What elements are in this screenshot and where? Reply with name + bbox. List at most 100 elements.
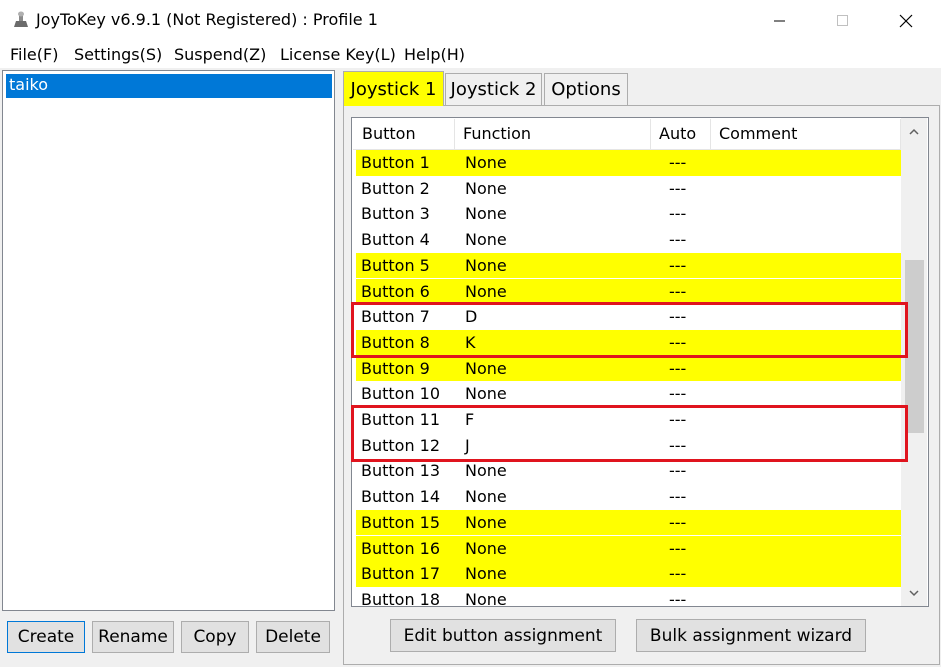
profile-item-taiko[interactable]: taiko	[6, 74, 332, 98]
cell-button: Button 10	[361, 384, 441, 404]
table-row[interactable]: Button 9 None ---	[356, 355, 902, 382]
scroll-up-button[interactable]	[901, 118, 927, 144]
profile-item-label: taiko	[9, 75, 49, 94]
header-button[interactable]: Button	[354, 119, 455, 149]
close-button[interactable]	[883, 0, 929, 42]
cell-auto: ---	[669, 410, 687, 429]
cell-button: Button 6	[361, 281, 430, 301]
cell-auto: ---	[669, 358, 687, 378]
cell-function: None	[465, 204, 507, 224]
minimize-icon	[774, 20, 785, 22]
menu-bar: File(F) Settings(S) Suspend(Z) License K…	[0, 42, 941, 68]
cell-button: Button 7	[361, 307, 430, 327]
window-title: JoyToKey v6.9.1 (Not Registered) : Profi…	[36, 10, 378, 29]
cell-function: None	[465, 153, 507, 172]
table-row[interactable]: Button 11 F ---	[356, 407, 902, 433]
cell-auto: ---	[669, 487, 687, 507]
header-function[interactable]: Function	[455, 119, 651, 149]
menu-help[interactable]: Help(H)	[404, 45, 465, 64]
button-assignment-table[interactable]: Button Function Auto Comment Button 1 Non…	[351, 117, 929, 607]
cell-button: Button 3	[361, 204, 430, 224]
table-row[interactable]: Button 5 None ---	[356, 252, 902, 279]
cell-auto: ---	[669, 435, 687, 455]
cell-button: Button 14	[361, 487, 441, 507]
scroll-down-button[interactable]	[901, 580, 927, 606]
maximize-button[interactable]	[820, 0, 866, 42]
table-row[interactable]: Button 15 None ---	[356, 509, 902, 536]
cell-auto: ---	[669, 230, 687, 250]
table-row[interactable]: Button 16 None ---	[356, 535, 902, 562]
table-row[interactable]: Button 10 None ---	[356, 381, 902, 407]
copy-button[interactable]: Copy	[181, 621, 249, 653]
menu-settings[interactable]: Settings(S)	[74, 45, 162, 64]
delete-button[interactable]: Delete	[256, 621, 330, 653]
cell-button: Button 15	[361, 512, 441, 532]
cell-function: None	[465, 564, 507, 584]
table-row[interactable]: Button 7 D ---	[356, 304, 902, 330]
chevron-down-icon	[909, 589, 919, 596]
profile-list[interactable]: taiko	[2, 70, 335, 611]
edit-button-assignment-button[interactable]: Edit button assignment	[390, 619, 616, 652]
cell-function: None	[465, 538, 507, 558]
cell-button: Button 13	[361, 461, 441, 481]
menu-suspend[interactable]: Suspend(Z)	[174, 45, 266, 64]
cell-auto: ---	[669, 512, 687, 532]
cell-auto: ---	[669, 332, 687, 352]
cell-function: None	[465, 281, 507, 301]
menu-file[interactable]: File(F)	[10, 45, 58, 64]
table-row[interactable]: Button 18 None ---	[356, 587, 902, 607]
cell-auto: ---	[669, 461, 687, 481]
cell-auto: ---	[669, 538, 687, 558]
header-auto[interactable]: Auto	[651, 119, 711, 149]
cell-function: None	[465, 512, 507, 532]
cell-function: None	[465, 255, 507, 275]
header-comment[interactable]: Comment	[711, 119, 901, 149]
cell-button: Button 11	[361, 410, 441, 429]
cell-auto: ---	[669, 178, 687, 198]
cell-function: D	[465, 307, 478, 327]
cell-button: Button 17	[361, 564, 441, 584]
cell-auto: ---	[669, 307, 687, 327]
title-bar: JoyToKey v6.9.1 (Not Registered) : Profi…	[0, 0, 941, 42]
cell-button: Button 18	[361, 589, 441, 607]
cell-auto: ---	[669, 384, 687, 404]
table-row[interactable]: Button 1 None ---	[356, 150, 902, 176]
cell-function: None	[465, 230, 507, 250]
cell-button: Button 12	[361, 435, 441, 455]
table-row[interactable]: Button 13 None ---	[356, 458, 902, 484]
rename-button[interactable]: Rename	[92, 621, 174, 653]
cell-auto: ---	[669, 281, 687, 301]
table-row[interactable]: Button 2 None ---	[356, 176, 902, 202]
cell-auto: ---	[669, 204, 687, 224]
table-row[interactable]: Button 6 None ---	[356, 278, 902, 305]
cell-button: Button 9	[361, 358, 430, 378]
cell-function: None	[465, 384, 507, 404]
cell-button: Button 8	[361, 332, 430, 352]
tab-options[interactable]: Options	[544, 73, 628, 105]
table-row[interactable]: Button 14 None ---	[356, 484, 902, 510]
tab-joystick-2[interactable]: Joystick 2	[445, 73, 542, 105]
joystick-app-icon	[14, 11, 28, 27]
cell-function: None	[465, 461, 507, 481]
table-row[interactable]: Button 4 None ---	[356, 227, 902, 253]
table-row[interactable]: Button 3 None ---	[356, 201, 902, 227]
cell-button: Button 5	[361, 255, 430, 275]
tab-joystick-1[interactable]: Joystick 1	[343, 71, 444, 106]
cell-function: F	[465, 410, 475, 429]
bulk-assignment-wizard-button[interactable]: Bulk assignment wizard	[636, 619, 866, 652]
table-scrollbar[interactable]	[901, 118, 927, 606]
minimize-button[interactable]	[757, 0, 803, 42]
create-button[interactable]: Create	[7, 621, 85, 653]
cell-function: None	[465, 358, 507, 378]
table-row[interactable]: Button 17 None ---	[356, 561, 902, 587]
close-icon	[899, 14, 913, 28]
table-row[interactable]: Button 12 J ---	[356, 433, 902, 459]
scroll-thumb[interactable]	[905, 260, 924, 433]
chevron-up-icon	[909, 128, 919, 135]
table-row[interactable]: Button 8 K ---	[356, 329, 902, 356]
menu-license-key[interactable]: License Key(L)	[280, 45, 396, 64]
cell-button: Button 16	[361, 538, 441, 558]
table-header: Button Function Auto Comment	[353, 119, 903, 150]
cell-function: J	[465, 435, 470, 455]
cell-auto: ---	[669, 255, 687, 275]
